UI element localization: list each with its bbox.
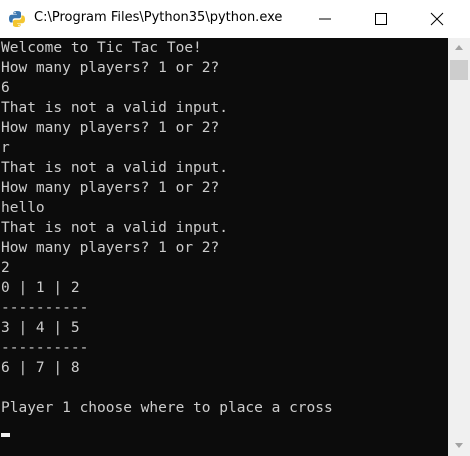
maximize-icon xyxy=(375,13,387,25)
console-line: 6 xyxy=(1,80,10,96)
scroll-up-arrow-icon xyxy=(455,45,463,50)
board-row: 0 | 1 | 2 xyxy=(1,280,80,296)
console-line: That is not a valid input. xyxy=(1,220,228,236)
title-bar[interactable]: C:\Program Files\Python35\python.exe xyxy=(0,0,470,38)
vertical-scrollbar[interactable] xyxy=(448,38,470,456)
python-icon xyxy=(8,10,26,28)
maximize-button[interactable] xyxy=(358,0,404,38)
minimize-icon xyxy=(319,18,331,20)
console-line: How many players? 1 or 2? xyxy=(1,60,220,76)
close-icon xyxy=(430,12,444,26)
text-cursor xyxy=(1,433,10,437)
scroll-down-button[interactable] xyxy=(448,436,470,456)
console-line: Welcome to Tic Tac Toe! xyxy=(1,40,202,56)
console-line: That is not a valid input. xyxy=(1,160,228,176)
console-line: r xyxy=(1,140,10,156)
console-prompt: Player 1 choose where to place a cross xyxy=(1,400,333,416)
scroll-thumb[interactable] xyxy=(450,60,468,80)
scroll-up-button[interactable] xyxy=(448,38,470,58)
board-row: 3 | 4 | 5 xyxy=(1,320,80,336)
console-line: hello xyxy=(1,200,45,216)
console-line: How many players? 1 or 2? xyxy=(1,120,220,136)
console-line: How many players? 1 or 2? xyxy=(1,180,220,196)
scroll-down-arrow-icon xyxy=(455,443,463,448)
board-separator: ---------- xyxy=(1,300,89,316)
minimize-button[interactable] xyxy=(302,0,348,38)
console-line: That is not a valid input. xyxy=(1,100,228,116)
window-title: C:\Program Files\Python35\python.exe xyxy=(34,10,283,25)
board-row: 6 | 7 | 8 xyxy=(1,360,80,376)
console-window: C:\Program Files\Python35\python.exe Wel… xyxy=(0,0,470,456)
console-output[interactable]: Welcome to Tic Tac Toe! How many players… xyxy=(0,38,448,456)
console-line: 2 xyxy=(1,260,10,276)
console-line: How many players? 1 or 2? xyxy=(1,240,220,256)
close-button[interactable] xyxy=(414,0,460,38)
board-separator: ---------- xyxy=(1,340,89,356)
